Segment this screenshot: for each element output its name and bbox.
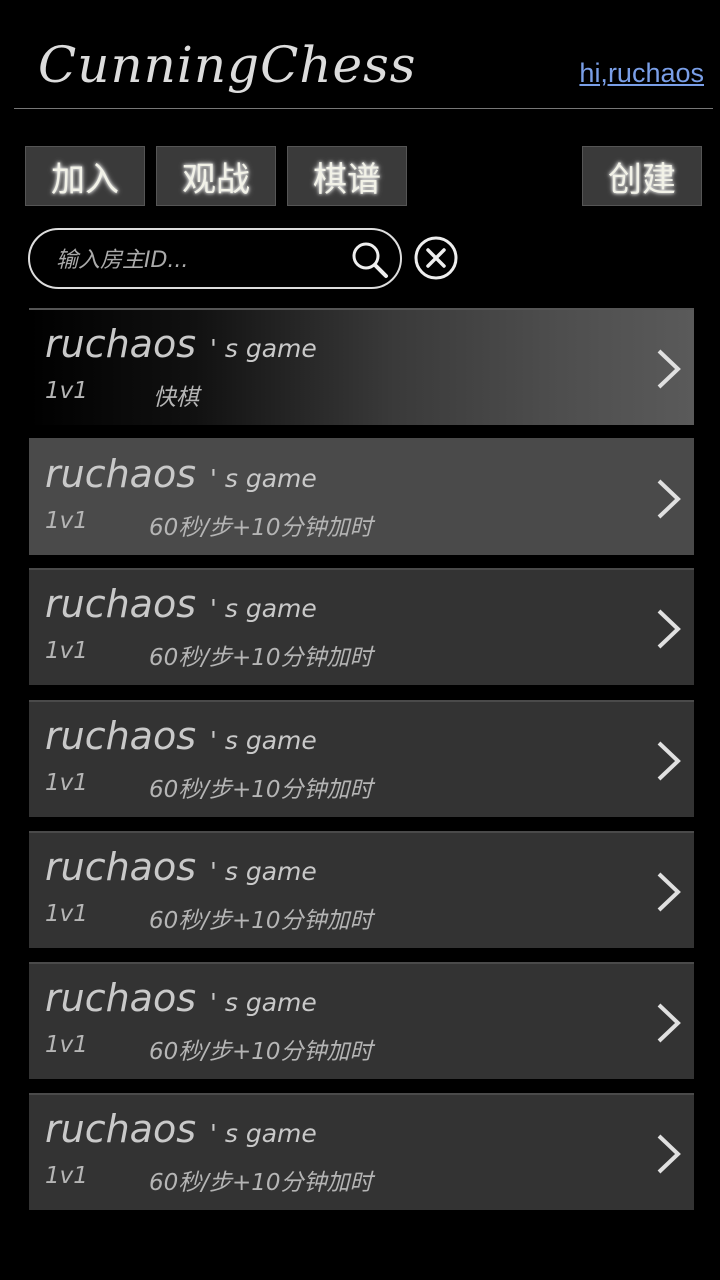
game-time-control: 60秒/步+10分钟加时 <box>149 515 373 541</box>
game-title: ruchaos ' s game <box>45 452 317 496</box>
game-title-suffix: ' s game <box>210 594 317 623</box>
chevron-right-icon <box>657 1134 681 1174</box>
game-host-name: ruchaos <box>45 845 197 889</box>
game-time-control: 60秒/步+10分钟加时 <box>149 777 373 803</box>
game-time-control: 60秒/步+10分钟加时 <box>149 1170 373 1196</box>
close-circle-icon[interactable] <box>413 235 459 281</box>
game-host-name: ruchaos <box>45 976 197 1020</box>
search-icon[interactable] <box>350 240 390 280</box>
game-list-item[interactable]: ruchaos ' s game 1v1 快棋 <box>29 308 694 425</box>
game-list-item[interactable]: ruchaos ' s game 1v1 60秒/步+10分钟加时 <box>29 438 694 555</box>
chevron-right-icon <box>657 479 681 519</box>
game-title: ruchaos ' s game <box>45 845 317 889</box>
game-mode: 1v1 <box>45 770 88 796</box>
search-box <box>28 228 402 289</box>
game-host-name: ruchaos <box>45 452 197 496</box>
game-title: ruchaos ' s game <box>45 322 317 366</box>
game-mode: 1v1 <box>45 638 88 664</box>
game-title: ruchaos ' s game <box>45 1107 317 1151</box>
game-records-button[interactable]: 棋谱 <box>287 146 407 206</box>
create-button[interactable]: 创建 <box>582 146 702 206</box>
chevron-right-icon <box>657 872 681 912</box>
header-divider <box>14 108 713 109</box>
host-id-search-input[interactable] <box>56 244 336 276</box>
game-title-suffix: ' s game <box>210 857 317 886</box>
game-list-item[interactable]: ruchaos ' s game 1v1 60秒/步+10分钟加时 <box>29 700 694 817</box>
game-title-suffix: ' s game <box>210 464 317 493</box>
game-mode: 1v1 <box>45 508 88 534</box>
game-title-suffix: ' s game <box>210 1119 317 1148</box>
game-mode: 1v1 <box>45 1163 88 1189</box>
game-mode: 1v1 <box>45 378 88 404</box>
chevron-right-icon <box>657 1003 681 1043</box>
app-logo: CunningChess <box>38 36 417 94</box>
game-list-item[interactable]: ruchaos ' s game 1v1 60秒/步+10分钟加时 <box>29 962 694 1079</box>
game-list-item[interactable]: ruchaos ' s game 1v1 60秒/步+10分钟加时 <box>29 1093 694 1210</box>
game-title: ruchaos ' s game <box>45 976 317 1020</box>
chevron-right-icon <box>657 741 681 781</box>
game-time-control: 60秒/步+10分钟加时 <box>149 645 373 671</box>
chevron-right-icon <box>657 349 681 389</box>
game-mode: 1v1 <box>45 901 88 927</box>
join-button[interactable]: 加入 <box>25 146 145 206</box>
game-host-name: ruchaos <box>45 322 197 366</box>
chevron-right-icon <box>657 609 681 649</box>
game-list-item[interactable]: ruchaos ' s game 1v1 60秒/步+10分钟加时 <box>29 831 694 948</box>
game-title-suffix: ' s game <box>210 334 317 363</box>
watch-button[interactable]: 观战 <box>156 146 276 206</box>
game-host-name: ruchaos <box>45 1107 197 1151</box>
game-mode: 1v1 <box>45 1032 88 1058</box>
game-host-name: ruchaos <box>45 714 197 758</box>
game-time-control: 60秒/步+10分钟加时 <box>149 1039 373 1065</box>
game-title: ruchaos ' s game <box>45 582 317 626</box>
game-list-item[interactable]: ruchaos ' s game 1v1 60秒/步+10分钟加时 <box>29 568 694 685</box>
game-host-name: ruchaos <box>45 582 197 626</box>
game-title-suffix: ' s game <box>210 988 317 1017</box>
game-time-control: 快棋 <box>153 385 199 411</box>
game-time-control: 60秒/步+10分钟加时 <box>149 908 373 934</box>
app-header: CunningChess hi,ruchaos <box>0 0 720 110</box>
game-title-suffix: ' s game <box>210 726 317 755</box>
game-title: ruchaos ' s game <box>45 714 317 758</box>
user-profile-link[interactable]: hi,ruchaos <box>579 58 704 89</box>
